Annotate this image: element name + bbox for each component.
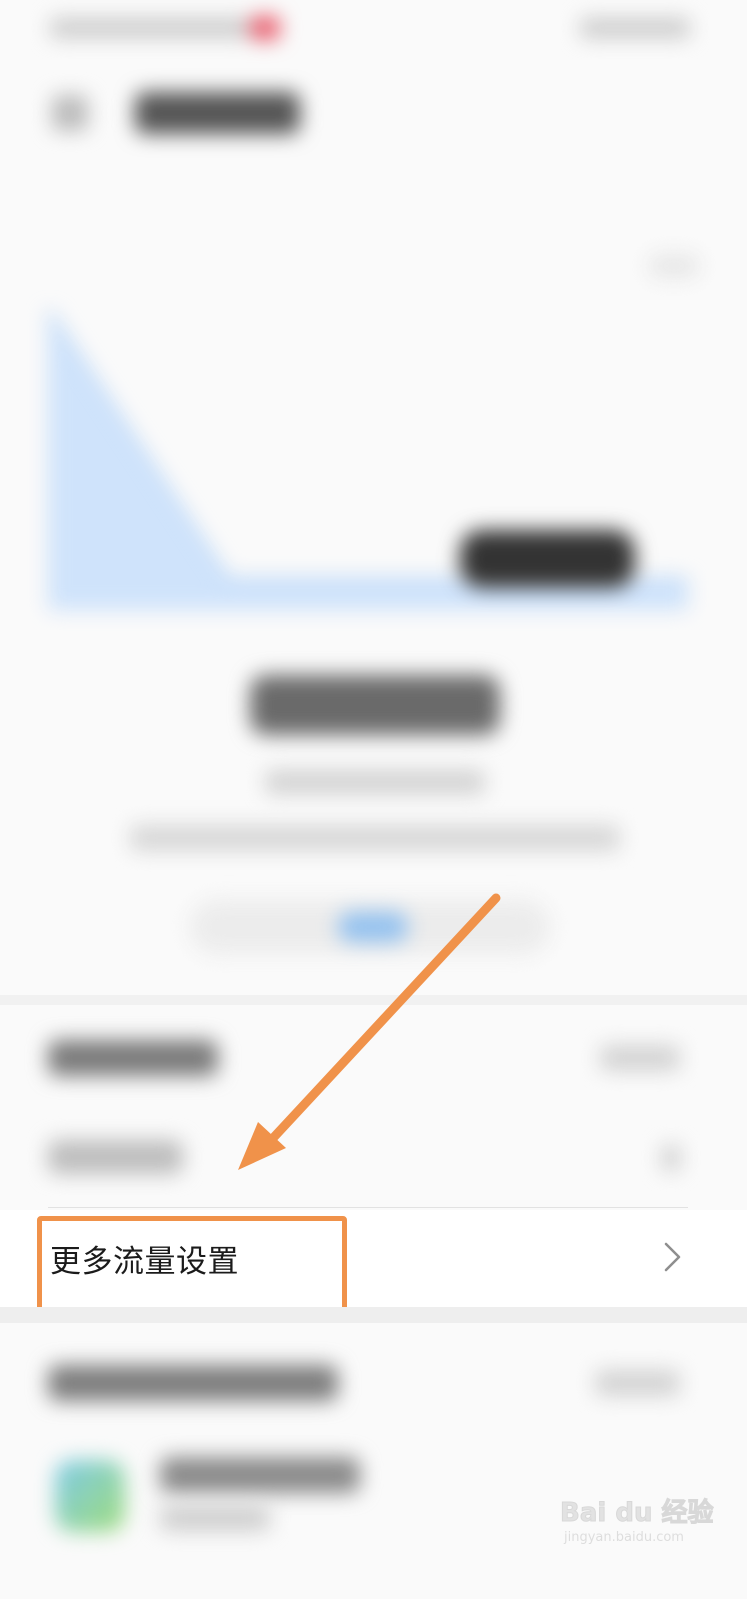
annotation-arrow [238,893,501,1170]
app-usage [160,1505,270,1531]
watermark-logo: Bai du 经验 [560,1498,714,1529]
page-title [135,92,300,134]
app-name [160,1457,360,1493]
status-bar [50,10,700,46]
more-traffic-settings-label: 更多流量设置 [50,1244,239,1280]
app-ranking-filter[interactable] [595,1370,680,1396]
app-icon[interactable] [55,1460,125,1532]
usage-caption [265,770,485,794]
traffic-settings-screen: 更多流量设置 Bai du 经验 jingyan.baidu.com [0,0,747,1599]
more-traffic-settings-row[interactable]: 更多流量设置 [0,1210,747,1308]
chart-tooltip [460,530,635,588]
back-arrow-icon[interactable] [52,95,88,131]
period-selector-active[interactable] [338,912,408,942]
list-row-label[interactable] [48,1040,218,1076]
chart-corner-tag [650,255,698,277]
row-divider [48,1207,688,1208]
annotation-arrow-head [238,1122,286,1170]
chevron-right-icon [664,1242,681,1272]
list-row-label[interactable] [48,1140,183,1174]
status-bar-left [50,18,250,38]
section-divider [0,1307,747,1323]
section-divider [0,995,747,1005]
watermark-domain: jingyan.baidu.com [564,1530,684,1545]
usage-description [130,825,620,851]
app-ranking-header [48,1365,338,1401]
baidu-jingyan-watermark: Bai du 经验 jingyan.baidu.com [560,1492,714,1548]
list-row-value [600,1045,680,1071]
chevron-right-icon [662,1145,680,1171]
status-bar-right [580,18,690,38]
notification-dot [250,16,280,40]
usage-total [250,675,500,735]
